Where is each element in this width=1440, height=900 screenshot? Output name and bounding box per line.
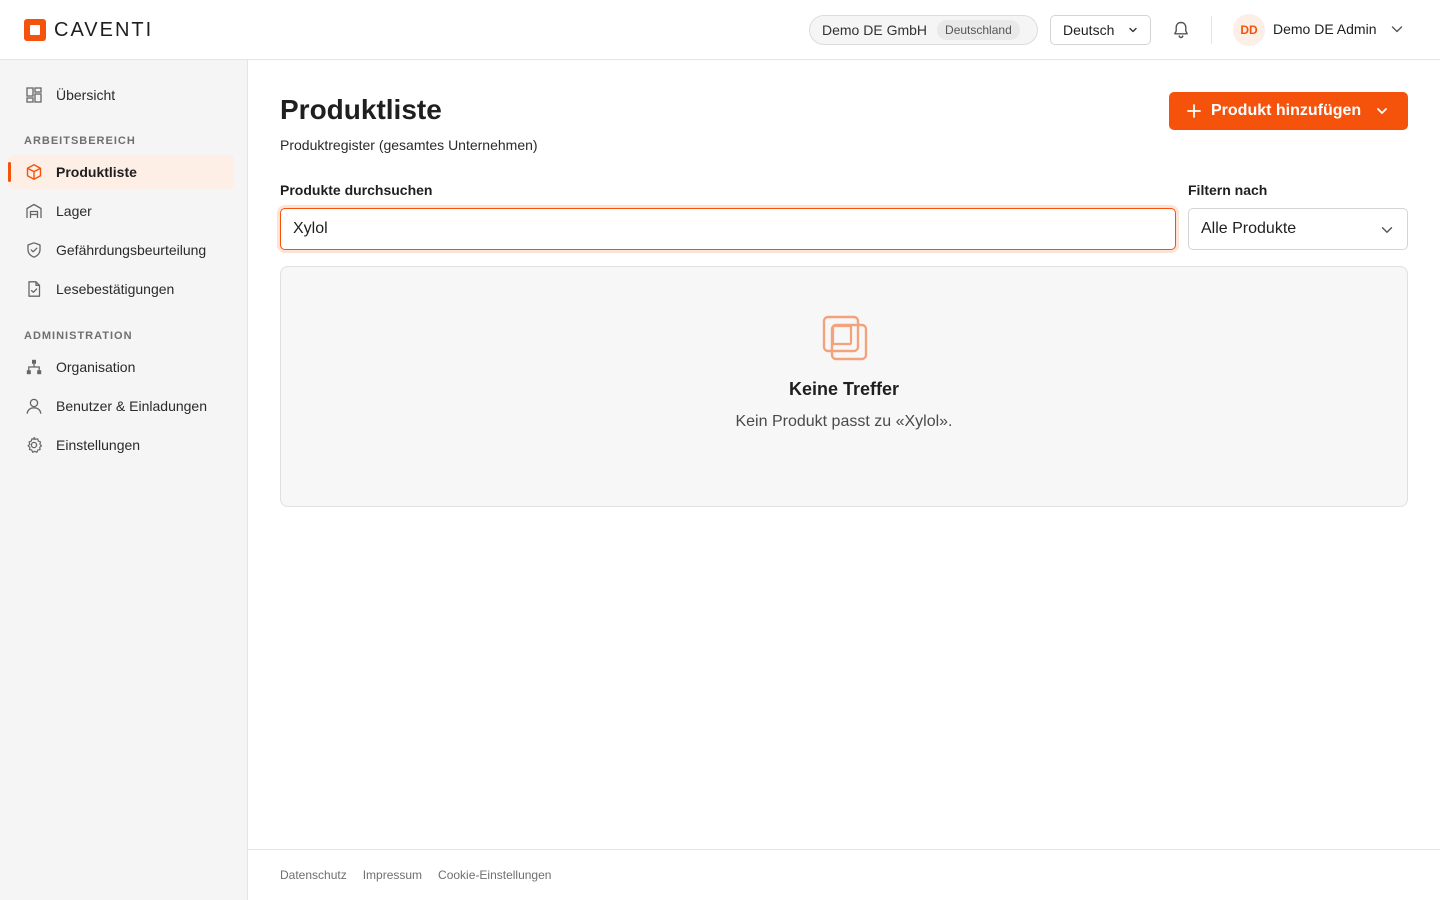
sidebar-item-uebersicht[interactable]: Übersicht (8, 78, 234, 112)
sidebar-item-label: Übersicht (56, 87, 116, 103)
stacked-squares-icon (822, 315, 868, 361)
header-divider (1211, 16, 1212, 44)
brand-logo[interactable]: CAVENTI (24, 18, 153, 42)
add-product-button[interactable]: Produkt hinzufügen (1169, 92, 1408, 130)
country-badge: Deutschland (937, 20, 1020, 40)
gear-icon (24, 435, 44, 455)
footer-link-cookie-einstellungen[interactable]: Cookie-Einstellungen (438, 868, 551, 882)
warehouse-icon (24, 201, 44, 221)
page-subtitle: Produktregister (gesamtes Unternehmen) (280, 137, 538, 153)
company-switcher[interactable]: Demo DE GmbH Deutschland (809, 15, 1038, 45)
sidebar-item-label: Benutzer & Einladungen (56, 398, 207, 414)
document-check-icon (24, 279, 44, 299)
sidebar-item-label: Organisation (56, 359, 136, 375)
sidebar: Übersicht ARBEITSBEREICH Produktliste La… (0, 60, 248, 900)
sidebar-item-label: Lager (56, 203, 92, 219)
language-select[interactable]: Deutsch (1050, 15, 1151, 45)
language-value: Deutsch (1063, 22, 1115, 38)
page-title: Produktliste (280, 94, 442, 125)
filter-select[interactable]: Alle Produkte (1188, 208, 1408, 250)
sidebar-item-label: Produktliste (56, 164, 137, 180)
bell-icon[interactable] (1171, 20, 1191, 40)
chevron-down-icon (1129, 27, 1137, 33)
shield-icon (24, 240, 44, 260)
sidebar-item-produktliste[interactable]: Produktliste (8, 155, 234, 189)
section-label-administration: ADMINISTRATION (24, 330, 133, 342)
logo-icon (24, 19, 46, 41)
company-name: Demo DE GmbH (822, 22, 928, 38)
section-label-arbeitsbereich: ARBEITSBEREICH (24, 135, 136, 147)
empty-state-title: Keine Treffer (788, 379, 900, 399)
top-header: CAVENTI Demo DE GmbH Deutschland Deutsch… (0, 0, 1440, 60)
sidebar-item-einstellungen[interactable]: Einstellungen (8, 428, 234, 462)
avatar[interactable]: DD (1233, 14, 1265, 46)
footer-link-impressum[interactable]: Impressum (363, 868, 422, 882)
sidebar-item-organisation[interactable]: Organisation (8, 350, 234, 384)
chevron-down-icon (1381, 227, 1393, 233)
brand-name: CAVENTI (54, 18, 154, 41)
sidebar-item-label: Einstellungen (56, 437, 141, 453)
user-icon (24, 396, 44, 416)
search-input[interactable] (281, 209, 1175, 249)
user-name[interactable]: Demo DE Admin (1273, 21, 1376, 37)
footer-link-datenschutz[interactable]: Datenschutz (280, 868, 347, 882)
org-chart-icon (24, 357, 44, 377)
plus-icon (1187, 104, 1201, 118)
search-label: Produkte durchsuchen (280, 182, 433, 198)
sidebar-item-benutzer-einladungen[interactable]: Benutzer & Einladungen (8, 389, 234, 423)
empty-state-text: Kein Produkt passt zu «Xylol». (735, 413, 953, 430)
sidebar-item-lager[interactable]: Lager (8, 194, 234, 228)
dashboard-icon (24, 85, 44, 105)
footer: Datenschutz Impressum Cookie-Einstellung… (248, 849, 1440, 900)
sidebar-item-gefaehrdungsbeurteilung[interactable]: Gefährdungsbeurteilung (8, 233, 234, 267)
sidebar-item-label: Gefährdungsbeurteilung (56, 242, 207, 258)
filter-label: Filtern nach (1188, 182, 1268, 198)
sidebar-item-label: Lesebestätigungen (56, 281, 175, 297)
search-field[interactable] (280, 208, 1176, 250)
chevron-down-icon (1377, 108, 1387, 114)
filter-value: Alle Produkte (1201, 220, 1297, 237)
sidebar-item-lesebestaetigungen[interactable]: Lesebestätigungen (8, 272, 234, 306)
box-icon (24, 162, 44, 182)
add-product-label: Produkt hinzufügen (1211, 102, 1362, 119)
empty-state-panel: Keine Treffer Kein Produkt passt zu «Xyl… (280, 266, 1408, 507)
chevron-down-icon[interactable] (1390, 22, 1404, 36)
